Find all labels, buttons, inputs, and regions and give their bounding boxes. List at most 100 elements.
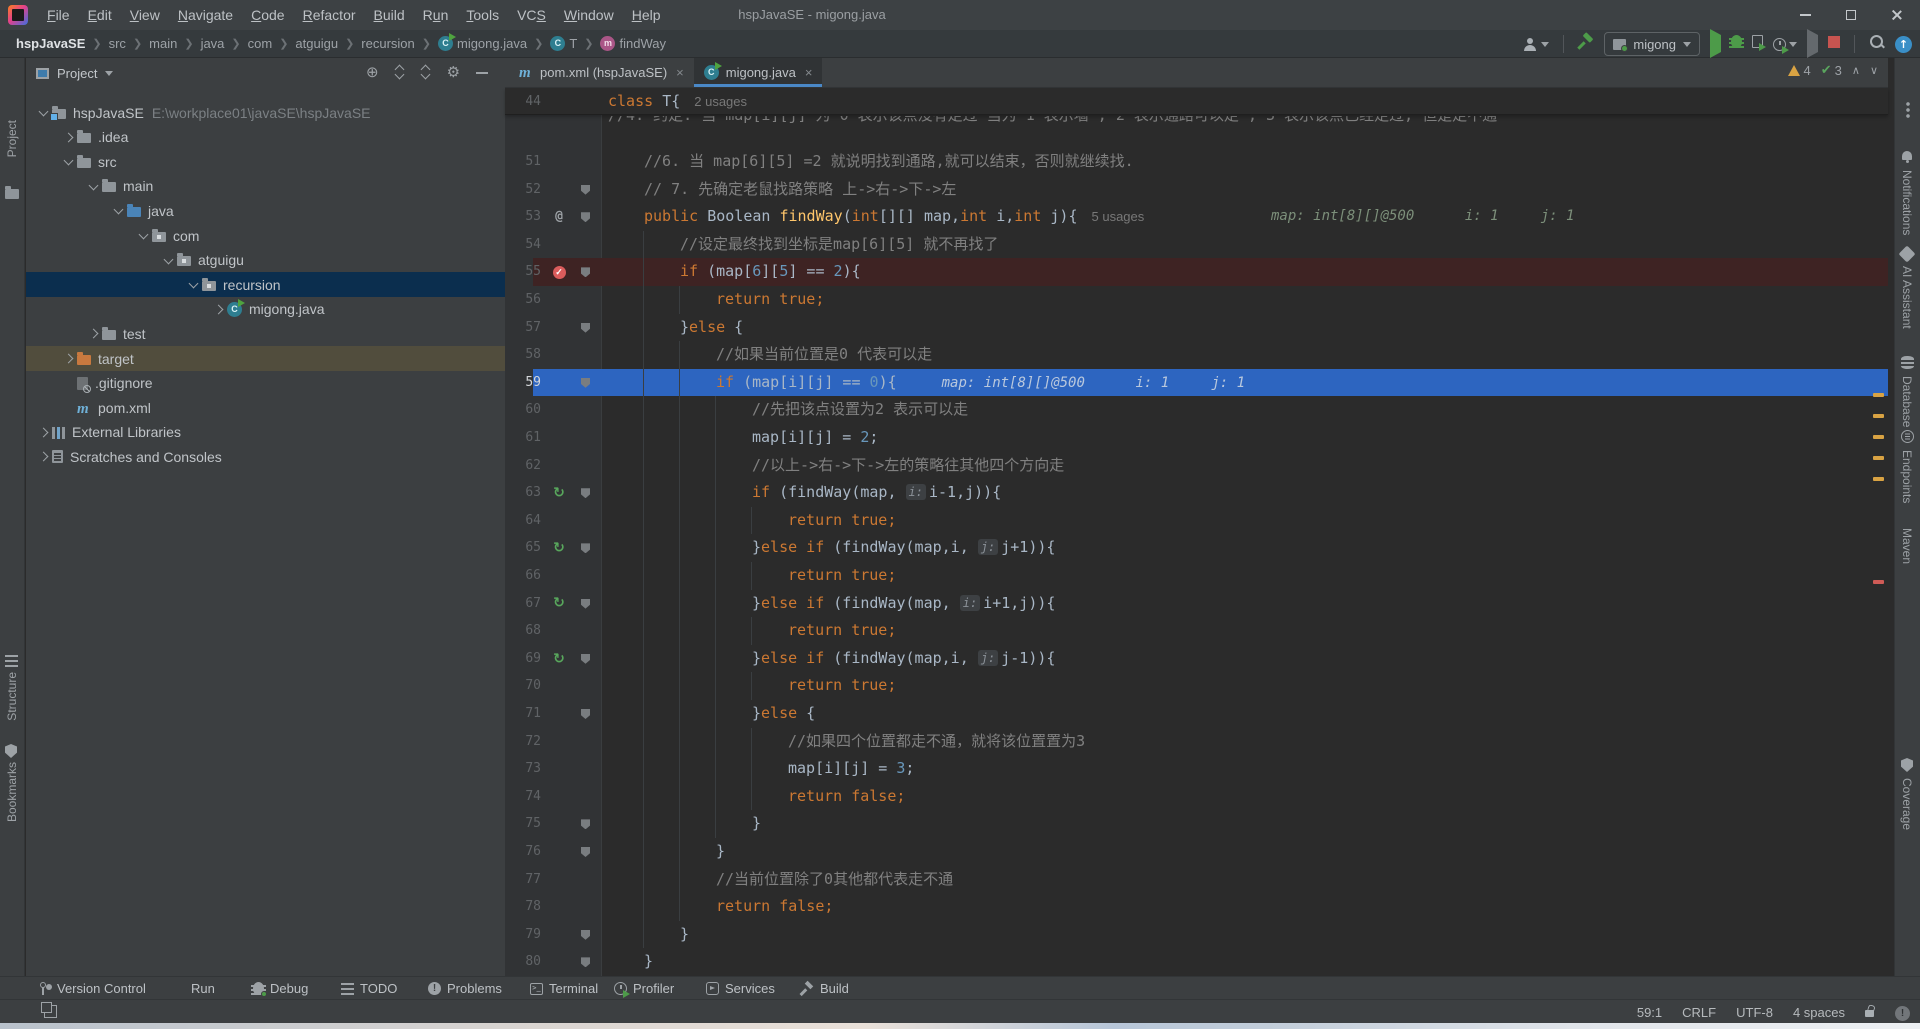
breadcrumb-item-findWay[interactable]: findWay (600, 36, 665, 51)
line-number[interactable]: 76 (505, 838, 541, 866)
line-number[interactable]: 63 (505, 479, 541, 507)
code-line-58[interactable]: 58//如果当前位置是0 代表可以走 (505, 341, 1888, 369)
chevron-right-icon[interactable] (88, 329, 98, 339)
fold-marker-icon[interactable] (581, 599, 590, 609)
code-line-74[interactable]: 74return false; (505, 783, 1888, 811)
stripe-db-icon[interactable] (1901, 356, 1914, 374)
line-number[interactable]: 79 (505, 921, 541, 949)
breadcrumb-item-main[interactable]: main (149, 36, 177, 51)
tree-item-atguigu[interactable]: atguigu (26, 248, 505, 273)
sidebar-item-notifications[interactable]: Notifications (1900, 170, 1914, 235)
stripe-shield-icon[interactable] (1901, 758, 1913, 777)
build-project-button[interactable] (1578, 34, 1594, 55)
status-line-ending[interactable]: CRLF (1682, 1005, 1716, 1020)
line-number[interactable]: 56 (505, 286, 541, 314)
line-number[interactable]: 55 (505, 258, 541, 286)
chevron-down-icon[interactable] (113, 205, 123, 215)
tree-item-test[interactable]: test (26, 321, 505, 346)
chevron-down-icon[interactable] (38, 107, 48, 117)
chevron-down-icon[interactable] (163, 254, 173, 264)
line-number[interactable]: 51 (505, 148, 541, 176)
stop-button[interactable] (1828, 35, 1840, 53)
run-with-coverage-button[interactable] (1752, 35, 1763, 53)
tree-item-com[interactable]: com (26, 223, 505, 248)
tree-item-main[interactable]: main (26, 174, 505, 199)
code-line-76[interactable]: 76} (505, 838, 1888, 866)
next-problem-icon[interactable]: ∨ (1870, 64, 1878, 77)
line-number[interactable]: 67 (505, 590, 541, 618)
code-with-me-button[interactable] (1523, 38, 1549, 51)
fold-marker-icon[interactable] (581, 543, 590, 553)
breadcrumb-item-recursion[interactable]: recursion (361, 36, 414, 51)
breadcrumb-item-migongjava[interactable]: migong.java (438, 36, 527, 51)
stripe-bell-icon[interactable] (1901, 150, 1913, 168)
toolwindow-button-build[interactable]: Build (800, 977, 849, 1000)
line-number[interactable]: 64 (505, 507, 541, 535)
tab-close-icon[interactable]: × (805, 65, 813, 80)
tree-item-pomxml[interactable]: pom.xml (26, 395, 505, 420)
code-line-63[interactable]: 63↻if (findWay(map, i:i-1,j)){ (505, 479, 1888, 507)
toolwindow-button-services[interactable]: Services (706, 977, 775, 1000)
minimize-button[interactable] (1782, 0, 1828, 30)
tab-close-icon[interactable]: × (676, 65, 684, 80)
gutter-icon-slot[interactable]: ↻ (551, 534, 567, 562)
code-line-64[interactable]: 64return true; (505, 507, 1888, 535)
line-number[interactable]: 62 (505, 452, 541, 480)
warning-stripe-mark[interactable] (1873, 393, 1884, 397)
code-line-59[interactable]: 59if (map[i][j] == 0){map: int[8][]@500 … (505, 369, 1888, 397)
tree-item-recursion[interactable]: recursion (26, 272, 505, 297)
menu-vcs[interactable]: VCS (508, 0, 555, 30)
toolwindow-button-version-control[interactable]: Version Control (38, 977, 146, 1000)
code-line-78[interactable]: 78return false; (505, 893, 1888, 921)
line-number[interactable]: 71 (505, 700, 541, 728)
fold-marker-icon[interactable] (581, 212, 590, 222)
line-number[interactable]: 70 (505, 672, 541, 700)
project-stripe-folder-icon[interactable] (5, 186, 19, 204)
code-line-57[interactable]: 57}else { (505, 314, 1888, 342)
code-line-73[interactable]: 73map[i][j] = 3; (505, 755, 1888, 783)
warning-stripe-mark[interactable] (1873, 456, 1884, 460)
menu-navigate[interactable]: Navigate (169, 0, 242, 30)
breadcrumb-item-hspJavaSE[interactable]: hspJavaSE (16, 36, 85, 51)
tab-migongjava[interactable]: migong.java× (694, 58, 823, 87)
breakpoint-icon[interactable]: ✓ (553, 266, 566, 279)
menu-edit[interactable]: Edit (79, 0, 121, 30)
warning-stripe-mark[interactable] (1873, 414, 1884, 418)
fold-marker-icon[interactable] (581, 185, 590, 195)
stripe-mletter-icon[interactable] (1901, 508, 1914, 527)
tree-item-java[interactable]: java (26, 198, 505, 223)
stripe-ai-icon[interactable] (1901, 246, 1913, 265)
chevron-down-icon[interactable] (63, 156, 73, 166)
line-number[interactable]: 78 (505, 893, 541, 921)
line-number[interactable]: 69 (505, 645, 541, 673)
sidebar-item-structure[interactable]: Structure (5, 672, 19, 721)
tab-pomxmlhspJavaSE[interactable]: pom.xml (hspJavaSE)× (509, 58, 694, 87)
sidebar-item-project[interactable]: Project (5, 120, 19, 157)
bookmarks-icon[interactable] (5, 744, 17, 763)
stripe-endpoint-icon[interactable] (1901, 430, 1914, 448)
tree-item-ScratchesandConsoles[interactable]: Scratches and Consoles (26, 444, 505, 469)
hide-panel-icon[interactable] (476, 72, 488, 74)
line-number[interactable]: 68 (505, 617, 541, 645)
code-line-62[interactable]: 62//以上->右->下->左的策略往其他四个方向走 (505, 452, 1888, 480)
sidebar-item-ai-assistant[interactable]: AI Assistant (1900, 266, 1914, 329)
code-line-67[interactable]: 67↻}else if (findWay(map, i:i+1,j)){ (505, 590, 1888, 618)
chevron-right-icon[interactable] (63, 354, 73, 364)
warning-stripe-mark[interactable] (1873, 477, 1884, 481)
code-line-79[interactable]: 79} (505, 921, 1888, 949)
code-line-69[interactable]: 69↻}else if (findWay(map,i, j:j-1)){ (505, 645, 1888, 673)
gutter-icon-slot[interactable]: ✓ (551, 258, 567, 286)
fold-marker-icon[interactable] (581, 819, 590, 829)
gutter-icon-slot[interactable]: ↻ (551, 590, 567, 618)
breadcrumb-item-T[interactable]: T (550, 36, 577, 51)
run-config-selector[interactable]: migong (1604, 32, 1700, 56)
editor-options-kebab-icon[interactable] (1906, 102, 1910, 123)
fold-marker-icon[interactable] (581, 488, 590, 498)
readonly-lock[interactable] (1865, 1005, 1875, 1020)
fold-marker-icon[interactable] (581, 323, 590, 333)
run-button[interactable] (1710, 35, 1721, 53)
line-number[interactable]: 53 (505, 203, 541, 231)
sidebar-item-endpoints[interactable]: Endpoints (1900, 450, 1914, 503)
settings-gear-icon[interactable]: ⚙ (447, 65, 460, 81)
fold-marker-icon[interactable] (581, 930, 590, 940)
